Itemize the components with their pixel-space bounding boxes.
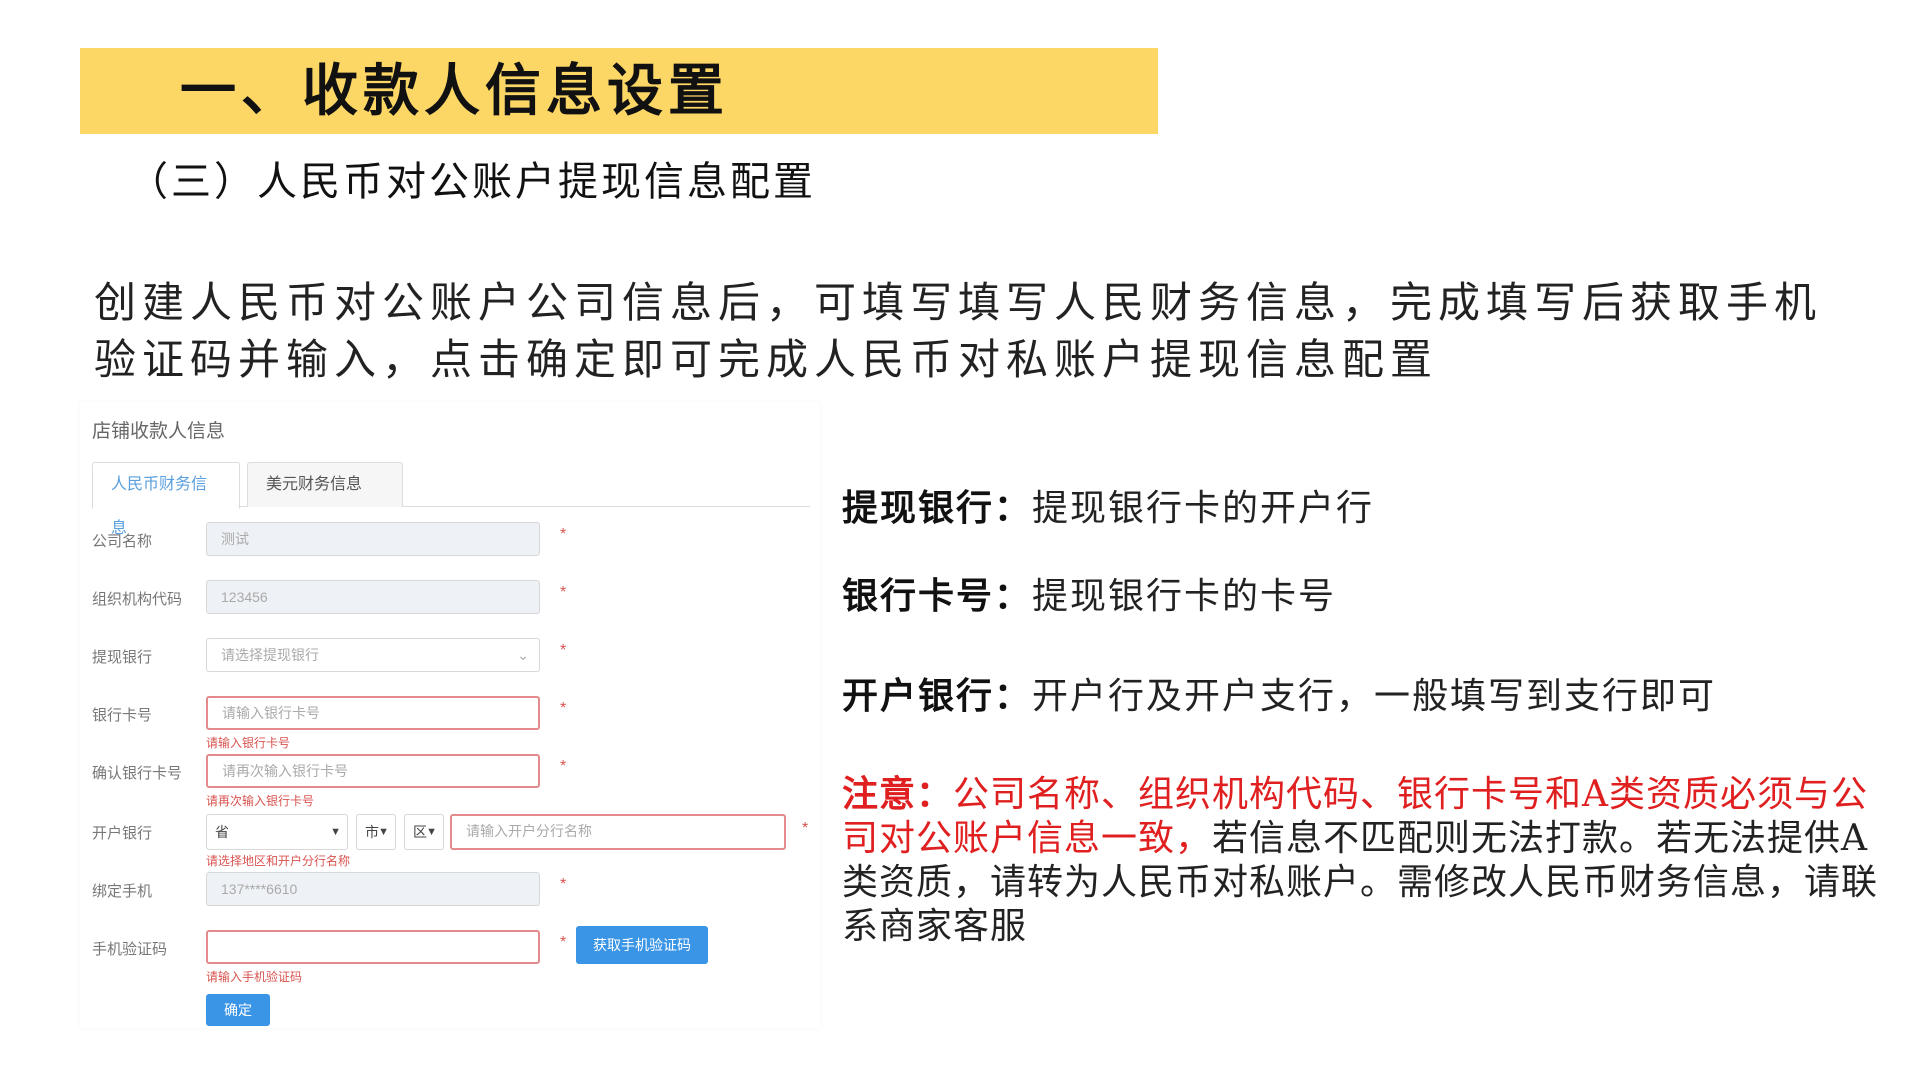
note-desc: 提现银行卡的卡号 — [1032, 576, 1337, 617]
bound-phone-label: 绑定手机 — [92, 883, 153, 900]
notice-label: 注意： — [842, 773, 954, 815]
intro-text: 创建人民币对公账户公司信息后，可填写填写人民财务信息，完成填写后获取手机 验证码… — [94, 274, 1874, 388]
note-withdraw-bank: 提现银行：提现银行卡的开户行 — [842, 486, 1374, 531]
city-select[interactable]: 市 ▼ — [356, 814, 396, 850]
withdraw-bank-select[interactable]: 请选择提现银行 ⌄ — [206, 638, 540, 672]
province-value: 省 — [215, 824, 229, 840]
bound-phone-input[interactable]: 137****6610 — [206, 872, 540, 906]
card-number-input[interactable]: 请输入银行卡号 — [206, 696, 540, 730]
company-name-input[interactable]: 测试 — [206, 522, 540, 556]
branch-name-placeholder: 请输入开户分行名称 — [466, 823, 592, 839]
company-name-label: 公司名称 — [92, 533, 153, 550]
note-desc: 提现银行卡的开户行 — [1032, 488, 1375, 529]
payee-form-screenshot: 店铺收款人信息 人民币财务信息 美元财务信息 公司名称 测试 * 组织机构代码 … — [80, 402, 820, 1028]
form-tabs: 人民币财务信息 美元财务信息 — [92, 456, 810, 537]
note-term: 开户银行： — [842, 675, 1033, 717]
intro-line-1: 创建人民币对公账户公司信息后，可填写填写人民财务信息，完成填写后获取手机 — [94, 278, 1823, 327]
chevron-down-icon: ⌄ — [517, 647, 529, 663]
caret-down-icon: ▼ — [426, 826, 437, 838]
notice-paragraph: 注意：公司名称、组织机构代码、银行卡号和A类资质必须与公司对公账户信息一致，若信… — [842, 772, 1882, 949]
note-card-number: 银行卡号：提现银行卡的卡号 — [842, 574, 1336, 619]
sms-code-label: 手机验证码 — [92, 941, 168, 958]
sms-code-error: 请输入手机验证码 — [206, 970, 303, 984]
intro-line-2: 验证码并输入，点击确定即可完成人民币对私账户提现信息配置 — [94, 335, 1439, 384]
confirm-card-error: 请再次输入银行卡号 — [206, 794, 315, 808]
district-value: 区 — [413, 824, 427, 840]
get-sms-code-button[interactable]: 获取手机验证码 — [576, 926, 708, 964]
note-branch-bank: 开户银行：开户行及开户支行，一般填写到支行即可 — [842, 674, 1716, 719]
note-term: 银行卡号： — [842, 575, 1033, 617]
card-number-placeholder: 请输入银行卡号 — [222, 705, 320, 721]
branch-error: 请选择地区和开户分行名称 — [206, 854, 351, 868]
branch-bank-label: 开户银行 — [92, 825, 153, 842]
org-code-label: 组织机构代码 — [92, 591, 183, 608]
subsection-title: （三）人民币对公账户提现信息配置 — [128, 159, 816, 205]
tab-rmb-finance[interactable]: 人民币财务信息 — [92, 462, 240, 537]
required-mark: * — [560, 584, 567, 601]
org-code-input[interactable]: 123456 — [206, 580, 540, 614]
withdraw-bank-placeholder: 请选择提现银行 — [221, 647, 319, 663]
branch-name-input[interactable]: 请输入开户分行名称 — [450, 814, 786, 850]
form-title: 店铺收款人信息 — [92, 421, 226, 442]
confirm-button[interactable]: 确定 — [206, 994, 270, 1026]
card-number-error: 请输入银行卡号 — [206, 736, 291, 750]
withdraw-bank-label: 提现银行 — [92, 649, 153, 666]
required-mark: * — [560, 642, 567, 659]
card-number-label: 银行卡号 — [92, 707, 153, 724]
required-mark: * — [560, 934, 567, 951]
province-select[interactable]: 省 ▼ — [206, 814, 348, 850]
section-title: 一、收款人信息设置 — [180, 58, 729, 124]
section-banner: 一、收款人信息设置 — [80, 48, 1158, 134]
caret-down-icon: ▼ — [330, 826, 341, 838]
required-mark: * — [560, 700, 567, 717]
confirm-card-input[interactable]: 请再次输入银行卡号 — [206, 754, 540, 788]
tab-usd-finance[interactable]: 美元财务信息 — [247, 462, 403, 507]
city-value: 市 — [365, 824, 379, 840]
required-mark: * — [560, 758, 567, 775]
required-mark: * — [802, 820, 809, 837]
note-desc: 开户行及开户支行，一般填写到支行即可 — [1032, 676, 1717, 717]
district-select[interactable]: 区 ▼ — [404, 814, 444, 850]
confirm-card-label: 确认银行卡号 — [92, 765, 183, 782]
sms-code-input[interactable] — [206, 930, 540, 964]
note-term: 提现银行： — [842, 487, 1033, 529]
required-mark: * — [560, 526, 567, 543]
confirm-card-placeholder: 请再次输入银行卡号 — [222, 763, 348, 779]
required-mark: * — [560, 876, 567, 893]
caret-down-icon: ▼ — [378, 826, 389, 838]
